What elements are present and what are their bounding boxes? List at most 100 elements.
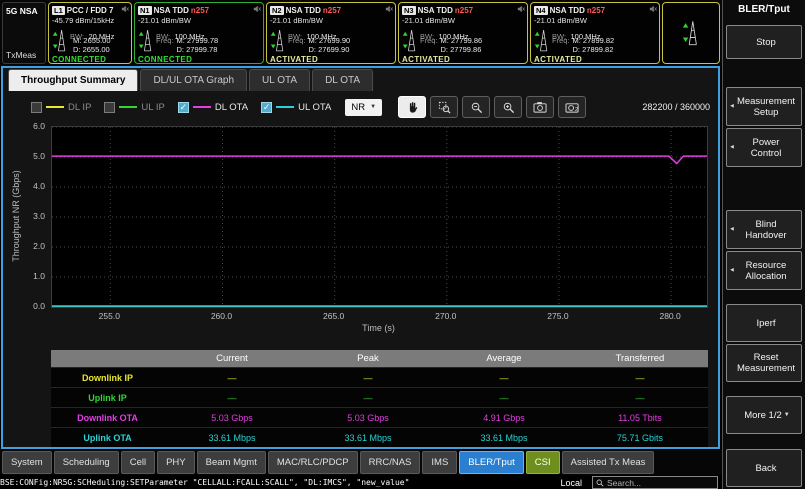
freq-label: Freq: [156, 36, 174, 54]
series-checkbox[interactable] [31, 102, 42, 113]
tech-dropdown[interactable]: NR ▼ [345, 99, 382, 116]
x-tick-label: 260.0 [211, 311, 232, 321]
category-tab-label: IMS [431, 457, 448, 468]
cell-title: NSA TDD [550, 6, 585, 15]
chart-toolbar: 2 [398, 96, 586, 118]
freq-value-2: D: 27999.78 [177, 45, 219, 54]
cell-power-level: -45.79 dBm/15kHz [52, 16, 128, 26]
x-tick-label: 265.0 [323, 311, 344, 321]
category-tab[interactable]: CSI [526, 451, 560, 474]
softkey-button[interactable]: ◄ Measurement Setup [726, 87, 802, 126]
softkey-button[interactable]: Reset Measurement [726, 344, 802, 382]
series-legend: DL IP UL IP DL OTA UL OTA [31, 102, 331, 113]
softkey-button[interactable]: Stop [726, 25, 802, 59]
plot-area[interactable] [51, 126, 708, 308]
row-label: Uplink IP [51, 393, 164, 403]
series-toggle[interactable]: UL OTA [261, 102, 331, 113]
table-row: Uplink OTA 33.61 Mbps 33.61 Mbps 33.61 M… [51, 427, 708, 447]
search-box[interactable]: Search... [592, 476, 718, 489]
softkey-button[interactable]: ◄ Blind Handover [726, 210, 802, 249]
series-toggle[interactable]: DL OTA [178, 102, 248, 113]
softkey-button[interactable]: More 1/2 ▼ [726, 396, 802, 434]
softkey-button[interactable]: Iperf [726, 304, 802, 342]
table-row: Downlink IP — — — — [51, 367, 708, 387]
softkey-sidebar: BLER/Tput Stop ◄ Measurement Setup ◄ Pow… [722, 0, 805, 489]
cell-panel-partial[interactable] [662, 2, 720, 64]
series-checkbox[interactable] [178, 102, 189, 113]
view-tab-label: UL OTA [262, 75, 297, 86]
category-tab[interactable]: Assisted Tx Meas [562, 451, 655, 474]
capture-button-1[interactable] [526, 96, 554, 118]
cell-badge: L1 [52, 6, 65, 15]
view-tab[interactable]: DL/UL OTA Graph [140, 69, 247, 91]
softkey-label: Back [755, 463, 776, 474]
stats-table-header: CurrentPeakAverageTransferred [51, 350, 708, 367]
row-label: Downlink OTA [51, 413, 164, 423]
category-tab[interactable]: BLER/Tput [459, 451, 523, 474]
cell-panel[interactable]: N4 NSA TDD n257 -21.01 dBm/BW [530, 2, 660, 64]
view-tab[interactable]: DL OTA [312, 69, 373, 91]
view-tab[interactable]: UL OTA [249, 69, 310, 91]
series-checkbox[interactable] [261, 102, 272, 113]
cell-info-rows: BW: 100 MHz Freq: M: 27799.86 D: 27799.8… [420, 26, 524, 54]
series-checkbox[interactable] [104, 102, 115, 113]
x-tick-label: 280.0 [659, 311, 680, 321]
category-tab[interactable]: PHY [157, 451, 195, 474]
category-tab[interactable]: IMS [422, 451, 457, 474]
view-tab-bar: Throughput Summary DL/UL OTA Graph UL OT… [3, 69, 373, 91]
x-tick-label: 275.0 [547, 311, 568, 321]
more-caret-icon: ▼ [784, 410, 790, 421]
freq-value-2: D: 2655.00 [73, 45, 111, 54]
category-tab[interactable]: RRC/NAS [360, 451, 421, 474]
cell-badge: N2 [270, 6, 284, 15]
freq-label: Freq: [552, 36, 570, 54]
zoom-out-button[interactable] [462, 96, 490, 118]
softkey-button[interactable]: ◄ Resource Allocation [726, 251, 802, 290]
category-tab-label: Assisted Tx Meas [571, 457, 646, 468]
y-tick-label: 1.0 [3, 271, 45, 281]
cell-panel[interactable]: N1 NSA TDD n257 -21.01 dBm/BW [134, 2, 264, 64]
cell-panel-list: L1 PCC / FDD 7 -45.79 dBm/15kHz [48, 2, 660, 64]
mute-icon [253, 5, 261, 13]
softkey-label: Iperf [756, 318, 775, 329]
category-tab[interactable]: Cell [121, 451, 155, 474]
cell-header: N3 NSA TDD n257 [402, 5, 524, 16]
series-toggle[interactable]: DL IP [31, 102, 91, 113]
category-tab[interactable]: System [2, 451, 52, 474]
category-tab[interactable]: Beam Mgmt [197, 451, 266, 474]
mute-icon [121, 5, 129, 13]
softkey-button[interactable]: Back [726, 449, 802, 487]
row-label: Downlink IP [51, 373, 164, 383]
pan-tool-button[interactable] [398, 96, 426, 118]
local-button[interactable]: Local [560, 478, 582, 488]
cell-title: NSA TDD [418, 6, 453, 15]
stats-table: CurrentPeakAverageTransferred Downlink I… [51, 350, 708, 447]
cell-panel[interactable]: L1 PCC / FDD 7 -45.79 dBm/15kHz [48, 2, 132, 64]
cell-badge: N4 [534, 6, 548, 15]
zoom-in-icon [502, 101, 515, 114]
search-placeholder: Search... [607, 478, 641, 488]
y-tick-label: 2.0 [3, 241, 45, 251]
view-tab[interactable]: Throughput Summary [8, 69, 138, 91]
series-label: UL OTA [298, 102, 331, 113]
cell-average: 33.61 Mbps [436, 433, 572, 443]
y-tick-label: 3.0 [3, 211, 45, 221]
softkey-button[interactable]: ◄ Power Control [726, 128, 802, 167]
zoom-area-button[interactable] [430, 96, 458, 118]
series-toggle[interactable]: UL IP [104, 102, 164, 113]
zoom-in-button[interactable] [494, 96, 522, 118]
y-tick-label: 6.0 [3, 121, 45, 131]
cell-band: n257 [455, 6, 473, 15]
antenna-tower-icon [270, 27, 286, 54]
cell-panel[interactable]: N2 NSA TDD n257 -21.01 dBm/BW [266, 2, 396, 64]
series-color-swatch [193, 106, 211, 108]
cell-body: BW: 100 MHz Freq: M: 27699.90 D: 27699.9… [270, 26, 392, 55]
cell-status-bar: 5G NSA TxMeas L1 PCC / FDD 7 -45.79 dBm/… [0, 0, 722, 66]
view-tab-label: Throughput Summary [21, 75, 125, 86]
category-tab[interactable]: Scheduling [54, 451, 119, 474]
category-tab[interactable]: MAC/RLC/PDCP [268, 451, 358, 474]
softkey-label: More 1/2 [744, 410, 782, 421]
submenu-arrow-icon: ◄ [729, 142, 735, 153]
capture-button-2[interactable]: 2 [558, 96, 586, 118]
cell-panel[interactable]: N3 NSA TDD n257 -21.01 dBm/BW [398, 2, 528, 64]
